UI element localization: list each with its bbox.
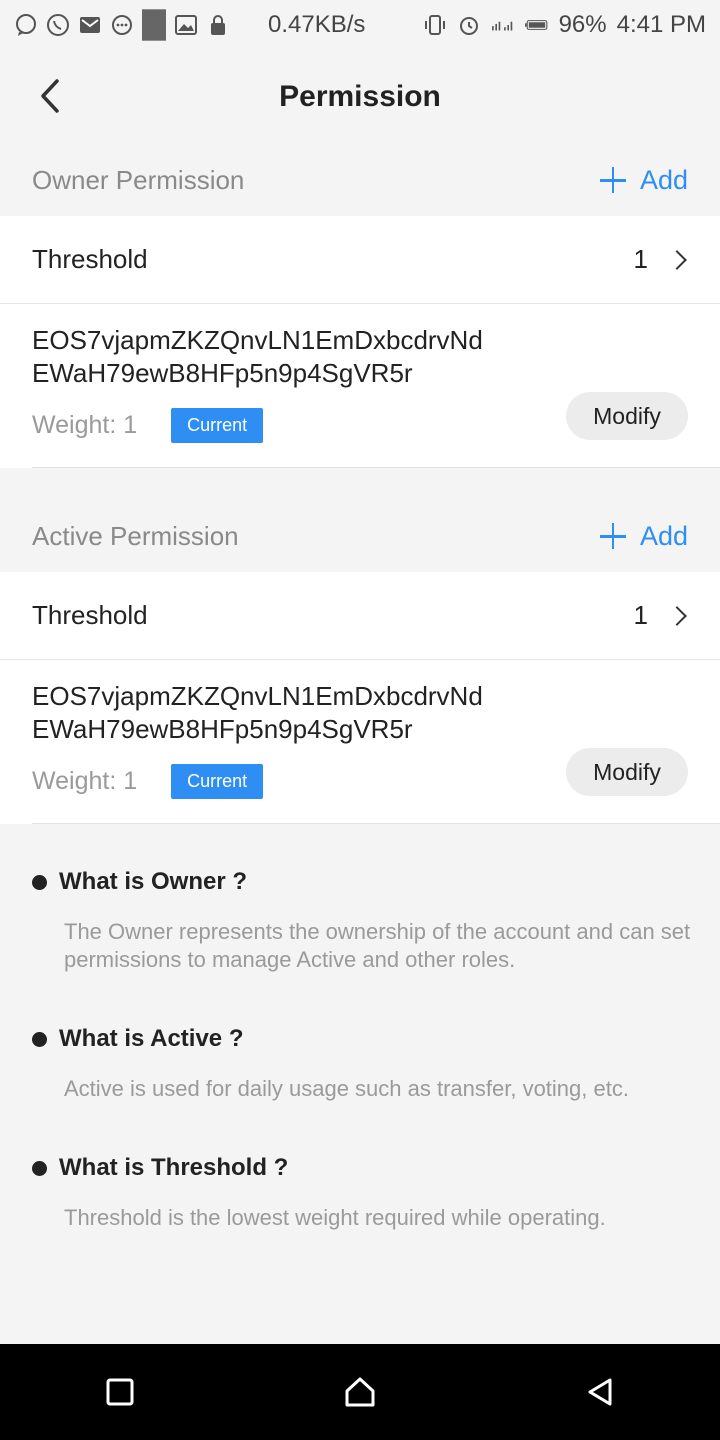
owner-threshold-row[interactable]: Threshold 1 — [0, 216, 720, 304]
modify-active-button[interactable]: Modify — [566, 748, 688, 796]
clock: 4:41 PM — [616, 11, 706, 38]
faq-question: What is Active ? — [59, 1025, 244, 1052]
owner-key-row: EOS7vjapmZKZQnvLN1EmDxbcdrvNd EWaH79ewB8… — [0, 304, 720, 468]
current-badge: Current — [171, 764, 264, 799]
public-key: EOS7vjapmZKZQnvLN1EmDxbcdrvNd EWaH79ewB8… — [32, 324, 532, 390]
active-permission-header: Active Permission Add — [0, 500, 720, 572]
owner-permission-header: Owner Permission Add — [0, 144, 720, 216]
divider — [32, 467, 720, 468]
page-title: Permission — [279, 80, 441, 113]
plus-icon — [599, 523, 626, 549]
alarm-icon — [457, 13, 481, 37]
back-button[interactable] — [30, 76, 70, 116]
bullet-icon — [32, 874, 47, 890]
system-nav-bar — [0, 1344, 720, 1440]
threshold-label: Threshold — [32, 600, 148, 630]
threshold-label: Threshold — [32, 244, 148, 274]
plus-icon — [599, 167, 626, 193]
triangle-back-icon — [588, 1378, 612, 1406]
app-bar: Permission — [0, 50, 720, 144]
app-icon — [142, 9, 166, 41]
notification-icons: 0.47KB/s — [14, 9, 366, 41]
chat-icon — [14, 13, 38, 37]
current-badge: Current — [171, 408, 264, 443]
add-owner-button[interactable]: Add — [599, 164, 688, 196]
battery-icon — [524, 13, 549, 37]
owner-permission-card: Threshold 1 EOS7vjapmZKZQnvLN1EmDxbcdrvN… — [0, 216, 720, 468]
back-arrow-icon — [41, 79, 59, 113]
faq-owner: What is Owner ? The Owner represents the… — [32, 868, 692, 974]
message-icon — [110, 13, 134, 37]
section-title-active: Active Permission — [32, 520, 239, 551]
faq-answer: The Owner represents the ownership of th… — [64, 919, 691, 972]
divider — [32, 823, 720, 824]
back-nav-button[interactable] — [570, 1362, 630, 1422]
faq-question: What is Threshold ? — [59, 1154, 289, 1181]
home-icon — [345, 1377, 375, 1407]
add-label: Add — [639, 520, 688, 551]
whatsapp-icon — [46, 13, 70, 37]
bullet-icon — [32, 1160, 47, 1176]
faq-threshold: What is Threshold ? Threshold is the low… — [32, 1154, 692, 1232]
section-title-owner: Owner Permission — [32, 164, 245, 195]
battery-level: 96% — [558, 11, 607, 38]
public-key: EOS7vjapmZKZQnvLN1EmDxbcdrvNd EWaH79ewB8… — [32, 680, 532, 746]
threshold-value: 1 — [633, 244, 648, 274]
active-permission-card: Threshold 1 EOS7vjapmZKZQnvLN1EmDxbcdrvN… — [0, 572, 720, 824]
gallery-icon — [174, 13, 198, 37]
home-button[interactable] — [330, 1362, 390, 1422]
threshold-value: 1 — [633, 600, 648, 630]
lock-icon — [206, 13, 230, 37]
status-bar: 0.47KB/s 96% 4:41 PM — [0, 0, 720, 50]
add-label: Add — [639, 164, 688, 195]
bullet-icon — [32, 1031, 47, 1047]
chevron-right-icon — [667, 249, 687, 270]
recents-button[interactable] — [90, 1362, 150, 1422]
weight-label: Weight: 1 — [32, 411, 138, 439]
active-key-row: EOS7vjapmZKZQnvLN1EmDxbcdrvNd EWaH79ewB8… — [0, 660, 720, 824]
chevron-right-icon — [667, 605, 687, 626]
public-key-line-1: EOS7vjapmZKZQnvLN1EmDxbcdrvNd — [32, 681, 483, 711]
public-key-line-2: EWaH79ewB8HFp5n9p4SgVR5r — [32, 714, 413, 744]
public-key-line-1: EOS7vjapmZKZQnvLN1EmDxbcdrvNd — [32, 325, 483, 355]
square-icon — [106, 1378, 134, 1406]
faq-active: What is Active ? Active is used for dail… — [32, 1025, 692, 1103]
faq-question: What is Owner ? — [59, 868, 248, 895]
vibrate-icon — [423, 13, 447, 37]
active-threshold-row[interactable]: Threshold 1 — [0, 572, 720, 660]
mail-icon — [78, 13, 102, 37]
add-active-button[interactable]: Add — [599, 520, 688, 552]
faq-answer: Active is used for daily usage such as t… — [64, 1076, 629, 1101]
modify-owner-button[interactable]: Modify — [566, 392, 688, 440]
net-speed: 0.47KB/s — [268, 11, 366, 38]
faq-answer: Threshold is the lowest weight required … — [64, 1205, 606, 1230]
weight-label: Weight: 1 — [32, 767, 138, 795]
public-key-line-2: EWaH79ewB8HFp5n9p4SgVR5r — [32, 358, 413, 388]
signal-icon — [491, 13, 515, 37]
